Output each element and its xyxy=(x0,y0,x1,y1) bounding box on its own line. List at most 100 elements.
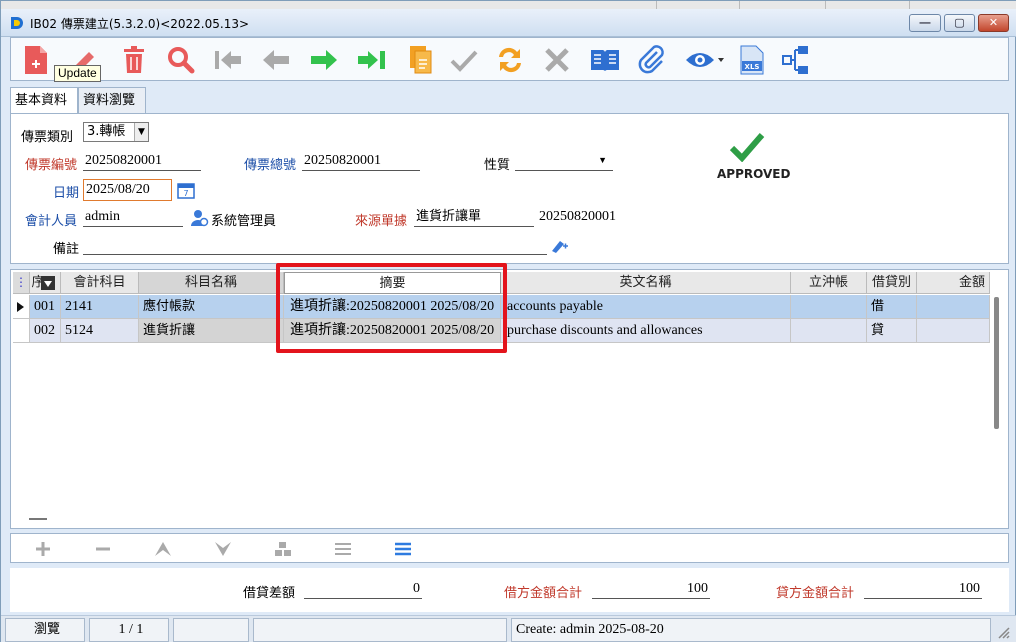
status-blank-1 xyxy=(173,618,249,642)
maximize-icon: ▢ xyxy=(954,17,965,29)
cell-amount[interactable] xyxy=(917,319,990,343)
resize-grip-icon[interactable] xyxy=(997,626,1011,640)
vertical-scrollbar[interactable] xyxy=(994,297,999,429)
arrow-up-icon xyxy=(155,542,171,556)
header-form-panel: 傳票類別 3.轉帳 ▼ 傳票編號 20250820001 傳票總號 202508… xyxy=(10,113,1009,264)
first-record-button[interactable] xyxy=(211,42,245,78)
window-title: IB02 傳票建立(5.3.2.0)<2022.05.13> xyxy=(30,17,250,31)
date-field[interactable]: 2025/08/20 xyxy=(83,179,172,201)
delete-button[interactable] xyxy=(117,42,151,78)
blocks-icon xyxy=(275,542,291,556)
grid-footer-dash xyxy=(29,518,47,520)
remark-edit-icon[interactable] xyxy=(551,237,569,253)
cell-seq[interactable]: 001 xyxy=(30,295,61,319)
close-button[interactable]: ✕ xyxy=(978,14,1009,32)
attach-icon xyxy=(638,45,664,74)
cell-account-name[interactable]: 應付帳款 xyxy=(139,295,284,319)
excel-export-button[interactable]: XLS xyxy=(735,42,769,78)
app-window: IB02 傳票建立(5.3.2.0)<2022.05.13> — ▢ ✕ XLS… xyxy=(0,0,1016,642)
cell-debit-credit[interactable]: 貸 xyxy=(867,319,917,343)
remark-field[interactable] xyxy=(83,235,547,255)
list-view-button[interactable] xyxy=(331,538,355,560)
sort-down-icon[interactable] xyxy=(41,276,55,290)
source-type-field[interactable]: 進貨折讓單 xyxy=(414,207,534,227)
voucher-type-select[interactable]: 3.轉帳 ▼ xyxy=(83,122,149,142)
move-up-button[interactable] xyxy=(151,538,175,560)
first-record-icon xyxy=(215,51,241,69)
nature-chevron-icon: ▼ xyxy=(598,155,607,165)
move-down-button[interactable] xyxy=(211,538,235,560)
app-logo-icon xyxy=(11,17,23,29)
flow-tree-icon xyxy=(782,46,808,74)
cell-english-name[interactable]: purchase discounts and allowances xyxy=(501,319,791,343)
credit-total-label: 貸方金額合計 xyxy=(776,586,855,601)
date-label: 日期 xyxy=(53,186,80,201)
search-icon xyxy=(168,47,195,74)
source-no-value: 20250820001 xyxy=(539,209,616,224)
cell-english-name[interactable]: accounts payable xyxy=(501,295,791,319)
col-offset[interactable]: 立沖帳 xyxy=(791,272,867,294)
cancel-button[interactable] xyxy=(540,42,574,78)
accountant-field[interactable]: admin xyxy=(83,207,183,227)
new-button[interactable] xyxy=(19,42,53,78)
tab-data-browse[interactable]: 資料瀏覽 xyxy=(78,87,146,113)
cell-account-name[interactable]: 進貨折讓 xyxy=(139,319,284,343)
detail-grid: ⋮ 序 會計科目 科目名稱 摘要 英文名稱 立沖帳 借貸別 金額 001 214… xyxy=(10,269,1009,529)
list-lines-icon xyxy=(335,543,351,555)
cell-debit-credit[interactable]: 借 xyxy=(867,295,917,319)
cell-amount[interactable] xyxy=(917,295,990,319)
view-eye-icon xyxy=(686,53,724,67)
col-account[interactable]: 會計科目 xyxy=(61,272,139,294)
insert-block-button[interactable] xyxy=(271,538,295,560)
view-button[interactable] xyxy=(679,42,729,78)
chevron-down-icon: ▼ xyxy=(134,123,148,141)
refresh-button[interactable] xyxy=(493,42,527,78)
user-lookup-icon[interactable] xyxy=(191,209,209,227)
new-doc-icon xyxy=(25,46,47,74)
next-record-button[interactable] xyxy=(307,42,341,78)
book-button[interactable] xyxy=(588,42,622,78)
cell-offset[interactable] xyxy=(791,295,867,319)
remove-row-button[interactable] xyxy=(91,538,115,560)
cell-account[interactable]: 2141 xyxy=(61,295,139,319)
cell-account[interactable]: 5124 xyxy=(61,319,139,343)
calendar-icon[interactable]: 7 xyxy=(177,181,195,199)
confirm-button[interactable] xyxy=(447,42,481,78)
last-record-button[interactable] xyxy=(355,42,389,78)
voucher-total-no-field[interactable]: 20250820001 xyxy=(302,151,420,171)
cell-offset[interactable] xyxy=(791,319,867,343)
detail-view-button[interactable] xyxy=(391,538,415,560)
credit-total-value: 100 xyxy=(864,579,982,599)
col-english-name[interactable]: 英文名稱 xyxy=(501,272,791,294)
cell-seq[interactable]: 002 xyxy=(30,319,61,343)
flow-button[interactable] xyxy=(779,42,813,78)
copy-doc-icon xyxy=(410,46,432,74)
prev-record-button[interactable] xyxy=(259,42,293,78)
nature-select[interactable]: ▼ xyxy=(515,151,613,171)
col-debit-credit[interactable]: 借貸別 xyxy=(867,272,917,294)
nature-label: 性質 xyxy=(484,158,511,173)
top-strip xyxy=(1,1,1016,9)
row-marker xyxy=(13,319,30,343)
copy-button[interactable] xyxy=(404,42,438,78)
row-selector-header-icon[interactable]: ⋮ xyxy=(13,272,30,294)
title-bar: IB02 傳票建立(5.3.2.0)<2022.05.13> — ▢ ✕ xyxy=(1,9,1016,37)
col-amount[interactable]: 金額 xyxy=(917,272,990,294)
status-page: 1 / 1 xyxy=(89,618,169,642)
add-row-button[interactable] xyxy=(31,538,55,560)
refresh-swap-icon xyxy=(499,47,521,73)
accountant-name: 系統管理員 xyxy=(211,214,277,229)
search-button[interactable] xyxy=(164,42,198,78)
debit-total-label: 借方金額合計 xyxy=(504,586,583,601)
voucher-no-field[interactable]: 20250820001 xyxy=(83,151,201,171)
tab-basic-data[interactable]: 基本資料 xyxy=(10,87,78,114)
delete-trash-icon xyxy=(124,46,144,73)
attach-button[interactable] xyxy=(635,42,669,78)
svg-text:7: 7 xyxy=(183,189,188,198)
maximize-button[interactable]: ▢ xyxy=(944,14,975,32)
source-label: 來源單據 xyxy=(355,214,408,229)
arrow-down-icon xyxy=(215,542,231,556)
prev-record-icon xyxy=(263,50,289,70)
minimize-button[interactable]: — xyxy=(909,14,941,32)
col-account-name[interactable]: 科目名稱 xyxy=(139,272,284,294)
